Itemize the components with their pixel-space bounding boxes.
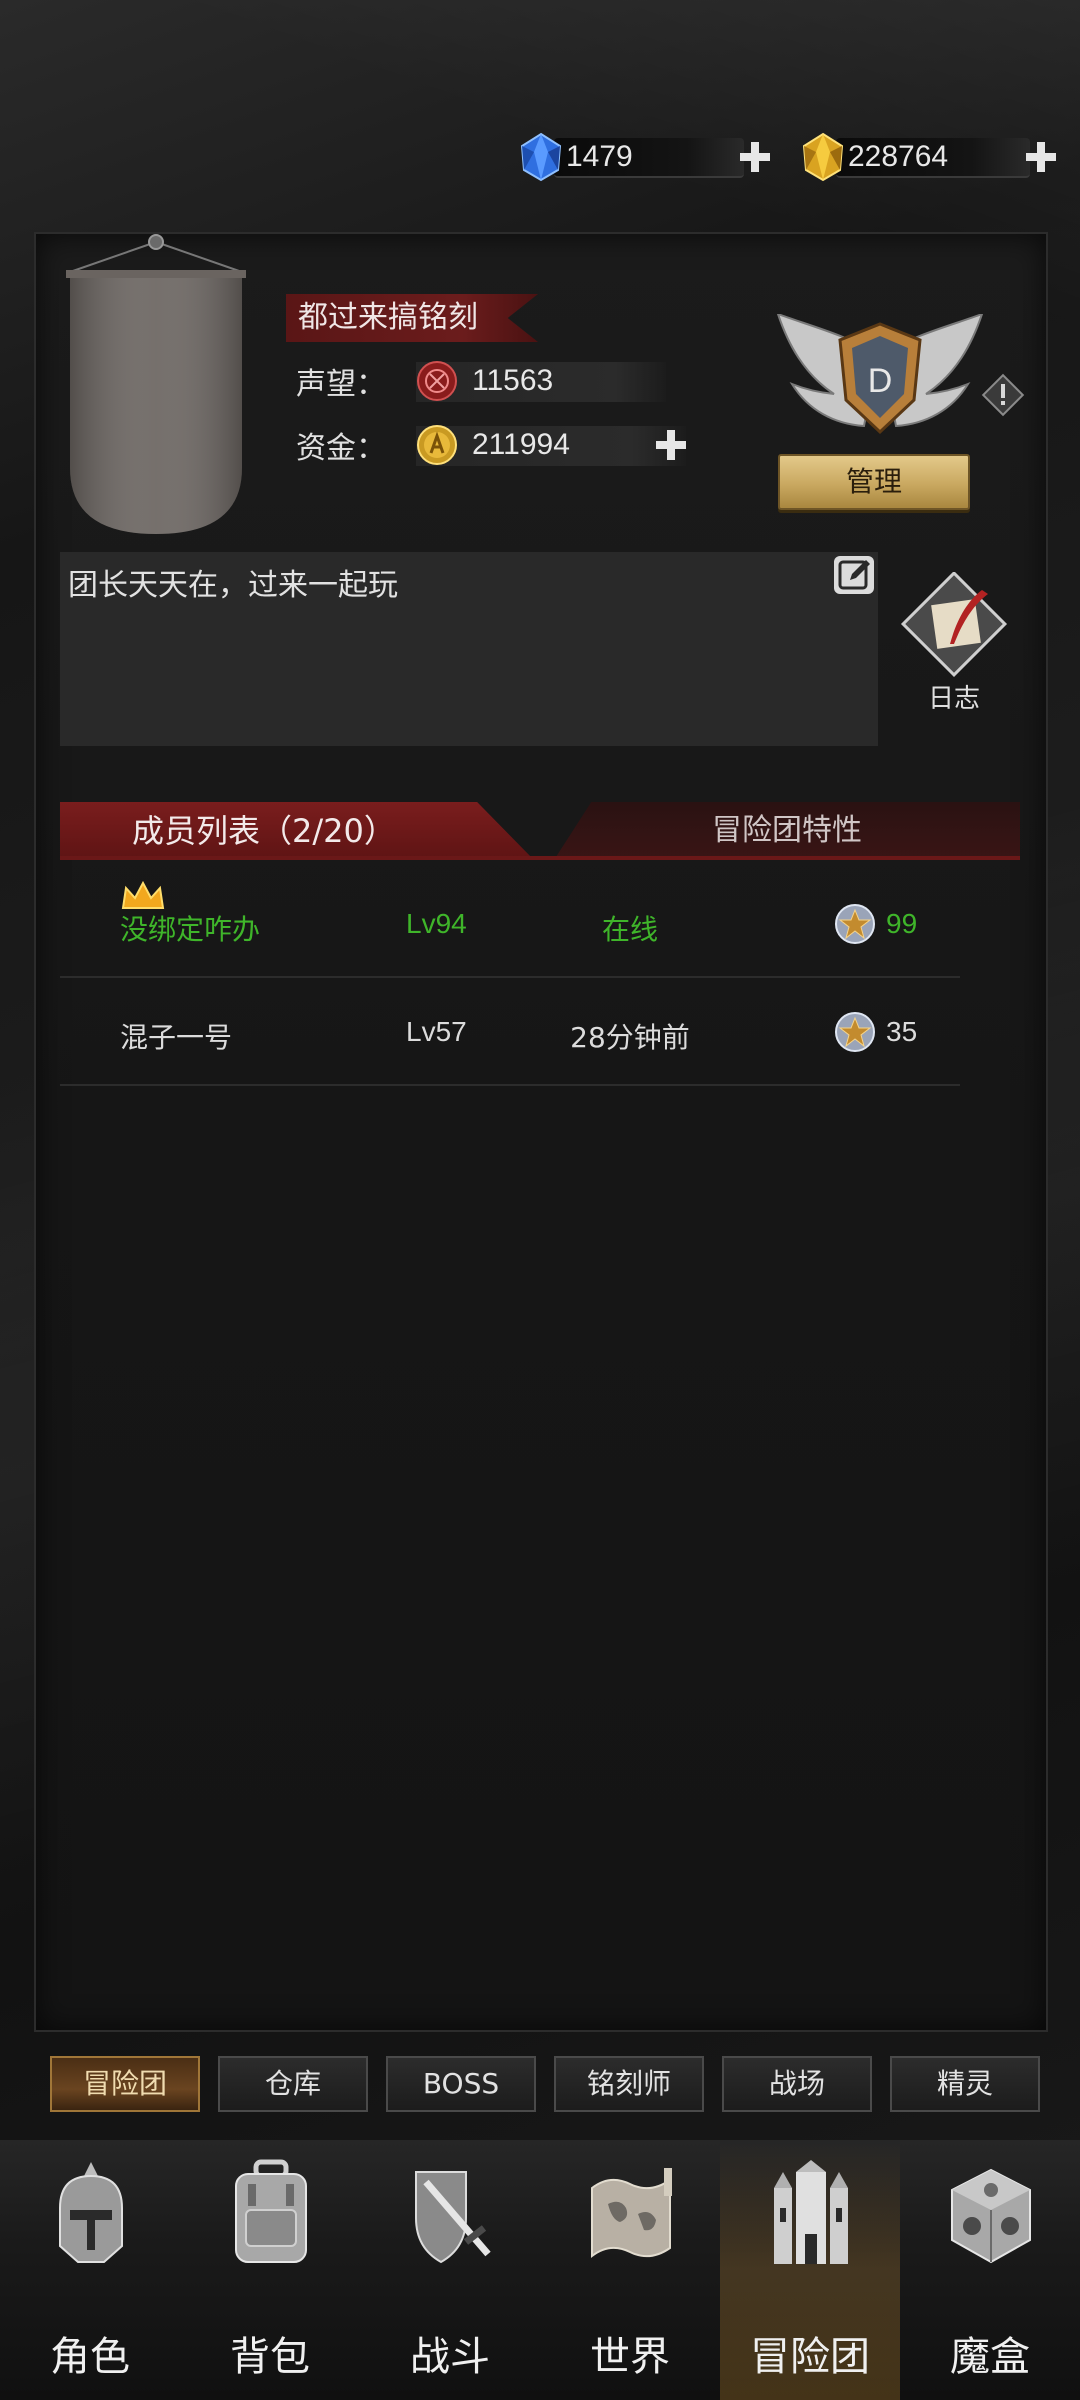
guild-banner-icon[interactable] — [64, 228, 248, 538]
guild-subtabs: 冒险团 仓库 BOSS 铭刻师 战场 精灵 — [50, 2056, 1044, 2114]
sword-shield-icon — [415, 2171, 491, 2264]
reputation-value: 11563 — [472, 364, 554, 397]
bottom-nav: 角色 背包 战斗 世界 冒险团 魔盒 — [0, 2140, 1080, 2400]
funds-row: 资金： 211994 — [296, 420, 696, 470]
subtab-warehouse[interactable]: 仓库 — [218, 2056, 368, 2112]
nav-battle[interactable]: 战斗 — [360, 2140, 540, 2400]
nav-label: 角色 — [50, 2334, 130, 2380]
edit-icon[interactable] — [832, 554, 876, 596]
member-name: 没绑定咋办 — [120, 913, 261, 946]
gem-count: 1479 — [566, 140, 633, 173]
nav-label: 世界 — [590, 2334, 670, 2380]
member-points: 99 — [886, 908, 918, 939]
gold-count: 228764 — [848, 140, 949, 173]
table-row[interactable]: 混子一号 Lv57 28分钟前 35 — [60, 978, 960, 1086]
castle-icon — [774, 2160, 848, 2264]
scroll-quill-icon[interactable] — [896, 572, 1012, 682]
reputation-emblem-icon — [417, 361, 457, 401]
member-level: Lv94 — [406, 908, 467, 939]
add-gold-button[interactable] — [1022, 138, 1060, 176]
rank-letter: D — [868, 362, 893, 400]
funds-label: 资金： — [296, 431, 386, 466]
nav-world[interactable]: 世界 — [540, 2140, 720, 2400]
member-status: 在线 — [601, 913, 658, 946]
nav-magic-box[interactable]: 魔盒 — [900, 2140, 1080, 2400]
gem-currency: 1479 — [518, 128, 776, 188]
gold-gem-icon — [802, 132, 844, 182]
member-name: 混子一号 — [120, 1021, 233, 1054]
nav-label: 魔盒 — [950, 2334, 1030, 2380]
subtab-boss[interactable]: BOSS — [386, 2056, 536, 2112]
nav-label: 冒险团 — [750, 2334, 870, 2380]
gold-currency: 228764 — [800, 128, 1062, 188]
magic-cube-icon — [951, 2168, 1031, 2264]
member-points: 35 — [886, 1016, 918, 1047]
nav-backpack[interactable]: 背包 — [180, 2140, 360, 2400]
info-icon[interactable] — [980, 372, 1026, 418]
gold-coin-icon — [417, 425, 457, 465]
funds-value: 211994 — [472, 428, 570, 461]
tab-guild-traits[interactable]: 冒险团特性 — [554, 802, 1020, 860]
backpack-icon — [235, 2159, 307, 2263]
subtab-guild[interactable]: 冒险团 — [50, 2056, 200, 2112]
nav-guild[interactable]: 冒险团 — [720, 2140, 900, 2400]
subtab-engraver[interactable]: 铭刻师 — [554, 2056, 704, 2112]
guild-motto: 团长天天在，过来一起玩 — [68, 568, 398, 603]
member-status: 28分钟前 — [570, 1021, 690, 1054]
world-map-icon — [591, 2168, 672, 2259]
blue-gem-icon — [520, 132, 562, 182]
nav-label: 背包 — [230, 2334, 310, 2380]
manage-button[interactable]: 管理 — [778, 454, 970, 510]
guild-name: 都过来搞铭刻 — [286, 294, 538, 342]
reputation-row: 声望： 11563 — [296, 356, 676, 406]
knight-helmet-icon — [59, 2162, 123, 2263]
reputation-label: 声望： — [296, 367, 386, 402]
tab-underline — [60, 856, 1020, 860]
subtab-battlefield[interactable]: 战场 — [722, 2056, 872, 2112]
add-funds-button[interactable] — [652, 426, 690, 464]
nav-character[interactable]: 角色 — [0, 2140, 180, 2400]
member-tabs: 成员列表（2/20） 冒险团特性 — [60, 802, 1020, 860]
table-row[interactable]: 没绑定咋办 Lv94 在线 99 — [60, 870, 960, 978]
log-label[interactable]: 日志 — [896, 678, 1012, 715]
add-gems-button[interactable] — [736, 138, 774, 176]
guild-motto-box[interactable]: 团长天天在，过来一起玩 — [60, 552, 878, 746]
star-medal-icon — [835, 904, 875, 944]
subtab-spirit[interactable]: 精灵 — [890, 2056, 1040, 2112]
winged-shield-icon[interactable]: D — [774, 314, 986, 440]
nav-label: 战斗 — [410, 2334, 490, 2380]
member-level: Lv57 — [406, 1016, 467, 1047]
tab-member-list[interactable]: 成员列表（2/20） — [60, 802, 534, 860]
star-medal-icon — [835, 1012, 875, 1052]
